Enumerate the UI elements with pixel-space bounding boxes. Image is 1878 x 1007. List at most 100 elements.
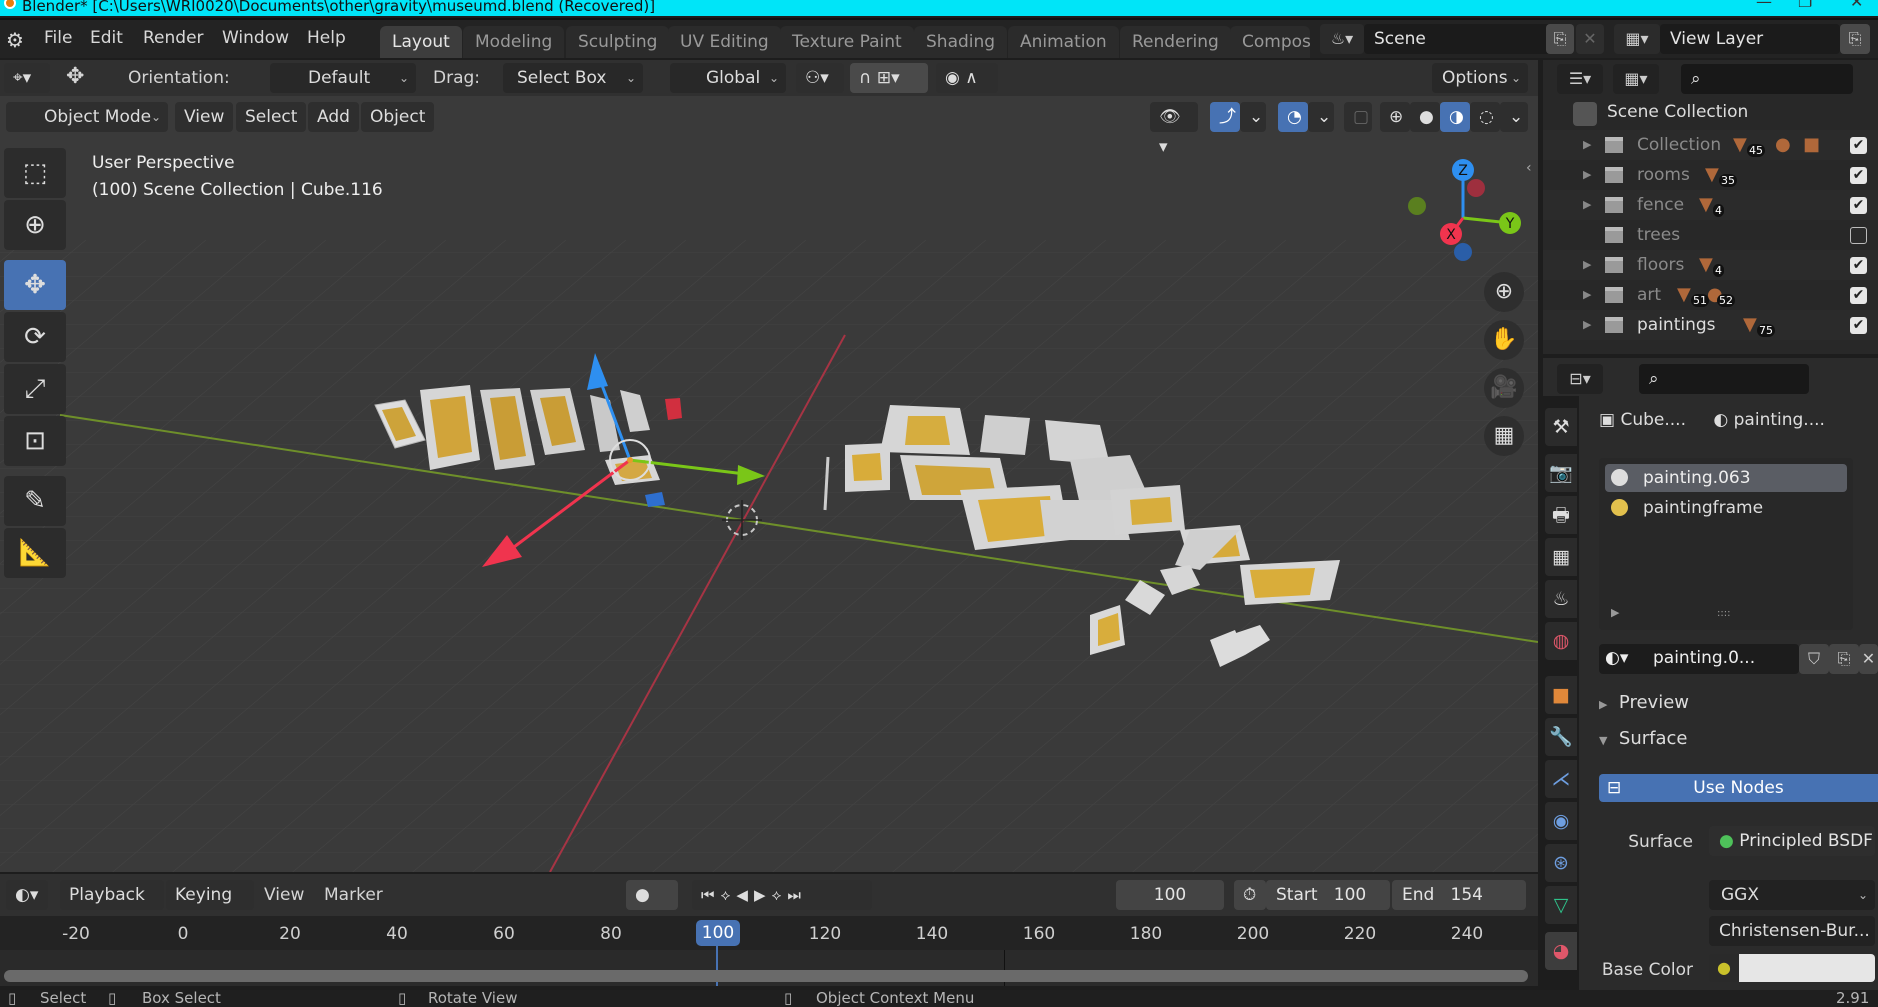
duplicate-material-icon[interactable]: ⎘ (1829, 644, 1859, 674)
close-icon[interactable]: ✕ (1850, 0, 1863, 10)
sidebar-toggle-icon[interactable]: ‹ (1526, 160, 1532, 176)
gizmo-dropdown-icon[interactable]: ⌄ (1240, 102, 1266, 132)
material-tab-icon[interactable]: ◕ (1545, 932, 1577, 970)
scene-name-field[interactable]: Scene (1364, 24, 1552, 54)
options-dropdown[interactable]: Options ⌄ (1432, 63, 1528, 93)
xray-toggle-icon[interactable]: ▢ (1344, 102, 1372, 132)
tab-layout[interactable]: Layout (380, 26, 462, 58)
world-tab-icon[interactable]: ◍ (1545, 622, 1577, 660)
outliner-row-collection[interactable]: ▶ Collection ▼ 45 ● ■ ✔ (1543, 130, 1878, 160)
scene-tab-icon[interactable]: ♨ (1545, 580, 1577, 618)
drag-dropdown[interactable]: Select Box ⌄ (503, 63, 643, 93)
data-tab-icon[interactable]: ▽ (1545, 886, 1577, 924)
menu-view[interactable]: View (175, 102, 234, 132)
exclude-checkbox[interactable]: ✔ (1850, 287, 1867, 304)
playback-menu[interactable]: Playback ⌄ (60, 880, 164, 935)
fake-user-icon[interactable]: ⛉ (1799, 644, 1829, 674)
editor-type-icon[interactable]: ◐▾ (6, 880, 48, 910)
tab-compositing[interactable]: Compos (1230, 26, 1310, 58)
tab-shading[interactable]: Shading (914, 26, 1008, 58)
distribution-dropdown[interactable]: GGX ⌄ (1709, 880, 1875, 910)
menu-file[interactable]: File (44, 28, 72, 48)
pivot-point-icon[interactable]: ⚇▾ (796, 63, 844, 93)
expand-arrow-icon[interactable]: ▶ (1583, 280, 1591, 310)
rendered-shading-icon[interactable]: ◌ (1470, 102, 1500, 132)
outliner-row-paintings[interactable]: ▶ paintings ▼ 75 ✔ (1543, 310, 1878, 340)
collection-name[interactable]: art (1637, 280, 1661, 310)
timeline-scrollbar[interactable] (4, 970, 1528, 982)
collection-name[interactable]: fence (1637, 190, 1684, 220)
solid-shading-icon[interactable]: ● (1410, 102, 1440, 132)
base-color-swatch[interactable] (1739, 954, 1875, 982)
surface-shader-field[interactable]: ● Principled BSDF (1709, 826, 1875, 856)
menu-render[interactable]: Render (143, 28, 204, 48)
material-slot[interactable]: paintingframe (1605, 494, 1847, 522)
material-slot-active[interactable]: painting.063 (1605, 464, 1847, 492)
overlay-dropdown-icon[interactable]: ⌄ (1308, 102, 1334, 132)
material-name-field[interactable]: painting.0... (1653, 648, 1755, 668)
tab-uv-editing[interactable]: UV Editing (668, 26, 781, 58)
menu-help[interactable]: Help (307, 28, 346, 48)
scene-selector-icon[interactable]: ♨▾ (1320, 24, 1364, 54)
start-frame-field[interactable]: Start 100 (1266, 880, 1390, 910)
camera-icon[interactable]: ■ (1803, 130, 1820, 160)
mesh-icon[interactable]: ▼ (1677, 280, 1691, 310)
expand-arrow-icon[interactable]: ▶ (1583, 310, 1591, 340)
camera-view-icon[interactable]: 🎥 (1484, 368, 1524, 408)
menu-object[interactable]: Object (361, 102, 435, 132)
mesh-icon[interactable]: ▼ (1699, 250, 1713, 280)
tab-texture-paint[interactable]: Texture Paint (780, 26, 914, 58)
delete-scene-icon[interactable]: ✕ (1576, 24, 1604, 54)
output-tab-icon[interactable]: 🖶 (1545, 496, 1577, 534)
scale-tool-icon[interactable]: ⤢ (4, 364, 66, 414)
auto-keying-icon[interactable]: ● ⌄ (626, 880, 678, 935)
material-preview-shading-icon[interactable]: ◑ (1440, 102, 1470, 132)
pan-view-icon[interactable]: ✋ (1484, 320, 1524, 360)
unlink-material-icon[interactable]: ✕ (1859, 644, 1878, 674)
maximize-icon[interactable]: ❐ (1798, 0, 1812, 10)
visibility-icon[interactable]: 👁▾ (1150, 102, 1198, 157)
view-layer-selector-icon[interactable]: ▦▾ (1614, 24, 1660, 54)
proportional-edit-icon[interactable]: ◉ ∧ (936, 63, 998, 93)
outliner-row-rooms[interactable]: ▶ rooms ▼ 35 ✔ (1543, 160, 1878, 190)
expand-arrow-icon[interactable]: ▶ (1583, 250, 1591, 280)
minimize-icon[interactable]: — (1756, 0, 1772, 10)
exclude-checkbox[interactable]: ✔ (1850, 257, 1867, 274)
expand-arrow-icon[interactable]: ▶ (1583, 130, 1591, 160)
snap-toggle-icon[interactable]: ∩ ⊞▾ (850, 63, 928, 93)
ortho-toggle-icon[interactable]: ▦ (1484, 416, 1524, 456)
light-icon[interactable]: ● (1775, 130, 1791, 160)
material-browse-icon[interactable]: ◐▾ (1605, 648, 1628, 668)
exclude-checkbox[interactable]: ✔ (1850, 197, 1867, 214)
collection-name[interactable]: Collection (1637, 130, 1721, 160)
shading-dropdown-icon[interactable]: ⌄ (1500, 102, 1528, 132)
mode-selector[interactable]: Object Mode ⌄ (6, 102, 168, 132)
object-tab-icon[interactable]: ■ (1545, 676, 1577, 714)
keying-menu[interactable]: Keying ⌄ (166, 880, 254, 935)
tab-animation[interactable]: Animation (1008, 26, 1119, 58)
move-tool-icon[interactable]: ✥ (4, 260, 66, 310)
transform-orientation-dropdown[interactable]: Global ⌄ (670, 63, 786, 93)
resize-handle-icon[interactable]: :::: (1717, 608, 1730, 619)
new-scene-icon[interactable]: ⎘ (1546, 24, 1574, 54)
exclude-checkbox[interactable]: ✔ (1850, 137, 1867, 154)
mesh-icon[interactable]: ▼ (1743, 310, 1757, 340)
exclude-checkbox[interactable]: ✔ (1850, 167, 1867, 184)
collection-name[interactable]: rooms (1637, 160, 1690, 190)
filter-view-layer-icon[interactable]: ▦▾ (1613, 64, 1659, 94)
mesh-icon[interactable]: ▼ (1733, 130, 1747, 160)
marker-menu[interactable]: Marker (324, 885, 383, 905)
zoom-view-icon[interactable]: ⊕ (1484, 272, 1524, 312)
base-color-socket-icon[interactable]: ● (1709, 954, 1739, 982)
view-layer-tab-icon[interactable]: ▦ (1545, 538, 1577, 576)
modifier-tab-icon[interactable]: 🔧 (1545, 718, 1577, 756)
gizmo-toggle-icon[interactable]: ⤴ (1210, 102, 1240, 132)
mesh-icon[interactable]: ▼ (1699, 190, 1713, 220)
particles-tab-icon[interactable]: ⋌ (1545, 760, 1577, 798)
current-frame-field[interactable]: 100 (1116, 880, 1224, 910)
outliner-row-fence[interactable]: ▶ fence ▼ 4 ✔ (1543, 190, 1878, 220)
expand-arrow-icon[interactable]: ▶ (1583, 190, 1591, 220)
playback-controls[interactable]: ⏮⟡◀▶⟡⏭ (692, 880, 872, 910)
transform-pivot-icon[interactable]: ⌖▾ (4, 63, 50, 93)
preview-panel-header[interactable]: ▶ Preview (1599, 692, 1689, 713)
